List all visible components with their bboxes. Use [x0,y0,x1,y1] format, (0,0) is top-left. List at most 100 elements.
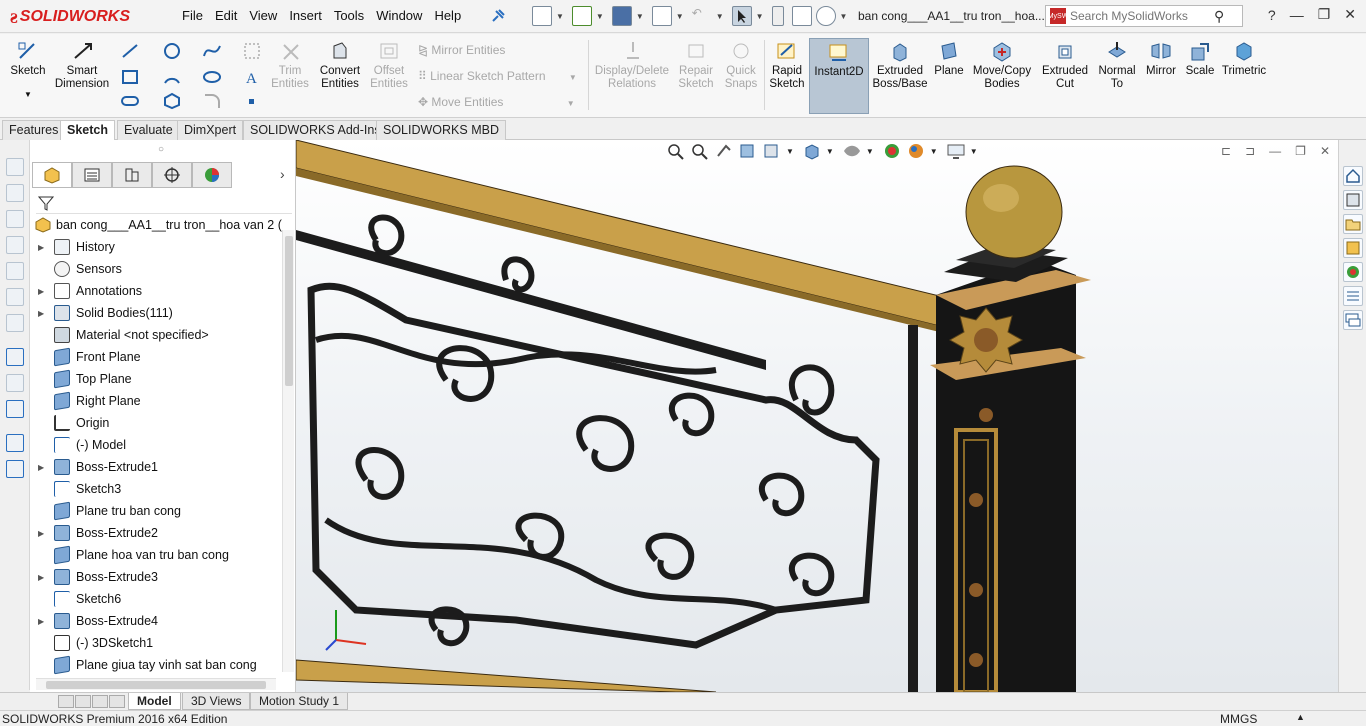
sketch-tool-icon[interactable] [6,374,24,392]
tree-item[interactable]: Origin [30,412,282,434]
layer-icon[interactable] [6,434,24,452]
tree-item[interactable]: ▶ Boss-Extrude1 [30,456,282,478]
expand-arrow-icon[interactable]: ▶ [38,287,50,296]
extruded-cut-button[interactable]: Extruded Cut [1038,40,1092,91]
sketch-tool-icon[interactable] [6,262,24,280]
unit-dropdown-icon[interactable]: ▲ [1296,712,1305,722]
tree-item[interactable]: Sensors [30,258,282,280]
sketch-tool-icon[interactable] [6,288,24,306]
property-manager-tab[interactable] [72,162,112,188]
solidworks-logo[interactable]: ƨ SOLIDWORKS [10,4,155,30]
spline-icon[interactable] [202,42,222,60]
expand-arrow-icon[interactable]: ▶ [38,463,50,472]
new-document-icon[interactable] [532,6,552,26]
expand-arrow-icon[interactable]: ▶ [38,309,50,318]
display-manager-tab[interactable] [192,162,232,188]
tree-item[interactable]: Sketch6 [30,588,282,610]
zoom-to-fit-icon[interactable] [666,142,686,160]
text-icon[interactable]: A [242,68,262,87]
point-icon[interactable] [242,92,262,110]
forum-icon[interactable] [1343,310,1363,330]
tab-evaluate[interactable]: Evaluate [117,120,180,140]
split-right-icon[interactable]: ⊐ [1245,144,1255,158]
layer-icon[interactable] [6,460,24,478]
polygon-icon[interactable] [162,92,182,110]
sketch-tool-icon[interactable] [6,184,24,202]
tree-horizontal-scrollbar[interactable] [36,678,276,690]
tree-item[interactable]: ▶ Boss-Extrude2 [30,522,282,544]
tree-item[interactable]: Front Plane [30,346,282,368]
search-input[interactable] [1070,9,1210,23]
first-tab-icon[interactable] [58,695,74,708]
tab-3d-views[interactable]: 3D Views [182,693,251,710]
menu-edit[interactable]: Edit [215,8,237,23]
trimetric-button[interactable]: Trimetric [1220,40,1268,78]
tab-model[interactable]: Model [128,693,181,710]
tree-filter[interactable] [36,192,292,214]
home-icon[interactable] [1343,166,1363,186]
menu-tools[interactable]: Tools [334,8,364,23]
restore-icon[interactable]: ❐ [1318,6,1331,23]
file-properties-icon[interactable] [791,6,812,26]
view-orientation-icon[interactable] [802,142,822,160]
smart-dimension-button[interactable]: Smart Dimension [54,40,112,91]
tree-item[interactable]: Top Plane [30,368,282,390]
mirror-entities-button[interactable]: ⧎ Mirror Entities [418,43,505,57]
menu-window[interactable]: Window [376,8,422,23]
file-explorer-icon[interactable] [1343,214,1363,234]
normal-to-button[interactable]: Normal To [1096,40,1138,91]
tree-item[interactable]: Right Plane [30,390,282,412]
hide-show-items-icon[interactable] [882,142,902,160]
print-icon[interactable] [651,6,672,26]
options-gear-icon[interactable] [815,6,836,26]
tab-add-ins[interactable]: SOLIDWORKS Add-Ins [243,120,388,140]
search-icon[interactable]: ⚲ [1214,8,1224,25]
circle-icon[interactable] [162,42,182,60]
expand-arrow-icon[interactable]: ▶ [38,529,50,538]
section-view-icon[interactable] [738,142,758,160]
feature-manager-tab[interactable] [32,162,72,188]
sketch-tool-icon[interactable] [6,210,24,228]
dimxpert-manager-tab[interactable] [152,162,192,188]
tree-item[interactable]: Plane hoa van tru ban cong [30,544,282,566]
tree-root[interactable]: ban cong___AA1__tru tron__hoa van 2 (D [30,214,282,236]
viewport-minimize-icon[interactable]: — [1269,144,1281,158]
next-tab-icon[interactable] [92,695,108,708]
ellipse-icon[interactable] [202,68,222,86]
mirror-button[interactable]: Mirror [1142,40,1180,78]
display-delete-relations-button[interactable]: Display/Delete Relations [594,40,672,91]
previous-view-icon[interactable] [714,142,734,160]
tree-item[interactable]: Sketch3 [30,478,282,500]
construction-geometry-icon[interactable] [242,42,262,60]
configuration-manager-tab[interactable] [112,162,152,188]
graphics-viewport[interactable]: ▼ ▼ ▼ ▼ ▼ ⊏ ⊐ — ❐ ✕ [296,140,1338,692]
arc-icon[interactable] [162,68,182,86]
tree-item[interactable]: ▶ Boss-Extrude3 [30,566,282,588]
view-palette-icon[interactable] [1343,238,1363,258]
quick-snaps-button[interactable]: Quick Snaps [722,40,760,91]
slot-icon[interactable] [120,92,140,110]
tree-item[interactable]: ▶ Solid Bodies(111) [30,302,282,324]
scale-button[interactable]: Scale [1184,40,1216,78]
edit-appearance-icon[interactable] [906,142,926,160]
repair-sketch-button[interactable]: Repair Sketch [676,40,716,91]
last-tab-icon[interactable] [109,695,125,708]
sketch-tool-icon[interactable] [6,158,24,176]
prev-tab-icon[interactable] [75,695,91,708]
undo-icon[interactable]: ↶ [692,6,712,26]
menu-help[interactable]: Help [434,8,461,23]
menu-file[interactable]: File [182,8,203,23]
open-document-icon[interactable] [571,6,592,26]
instant2d-button[interactable]: Instant2D [809,38,869,114]
convert-entities-button[interactable]: Convert Entities [318,40,362,91]
select-tool-icon[interactable] [6,348,24,366]
panel-handle-icon[interactable]: ○ [158,144,164,155]
expand-arrow-icon[interactable]: ▶ [38,617,50,626]
move-copy-bodies-button[interactable]: Move/Copy Bodies [970,40,1034,91]
scroll-thumb[interactable] [46,681,266,689]
zoom-to-area-icon[interactable] [690,142,710,160]
panel-expand-arrow-icon[interactable]: › [280,166,285,182]
fillet-icon[interactable] [202,92,222,110]
tree-item[interactable]: Plane tru ban cong [30,500,282,522]
expand-arrow-icon[interactable]: ▶ [38,243,50,252]
